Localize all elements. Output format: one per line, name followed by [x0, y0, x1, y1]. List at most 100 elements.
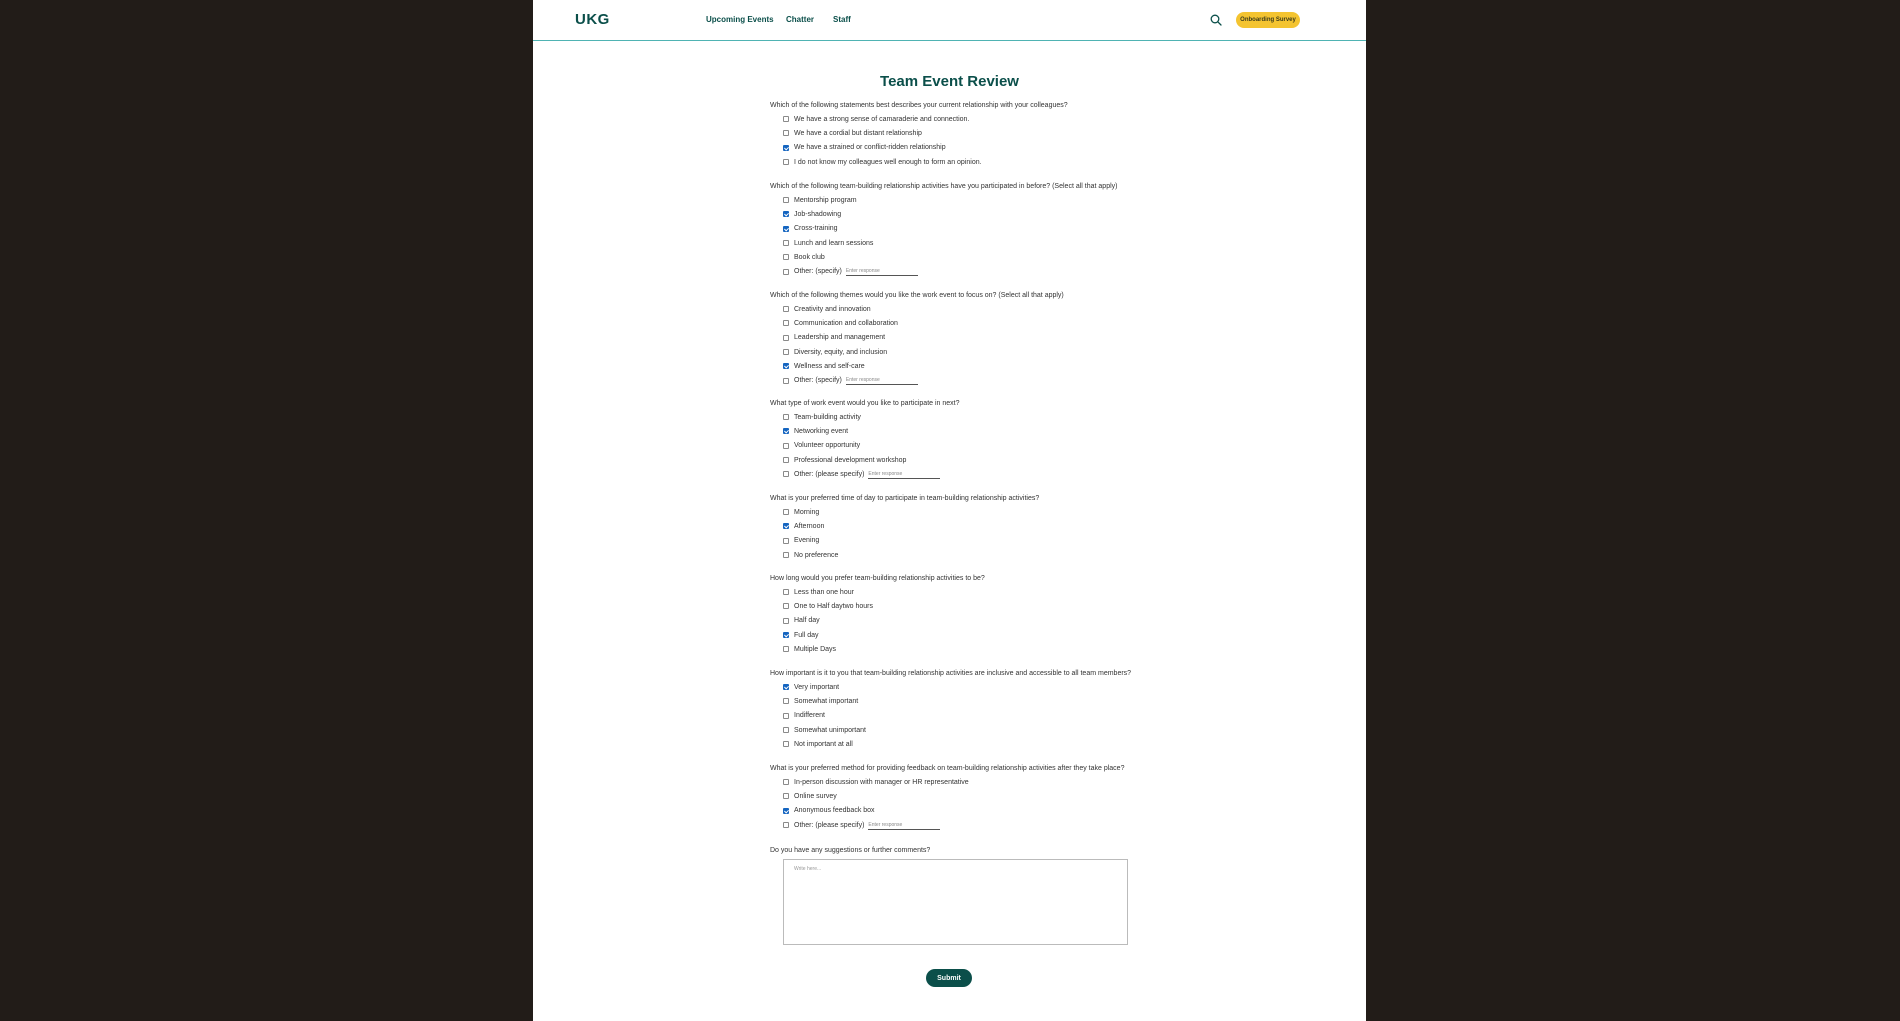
checkbox-checked[interactable] [783, 428, 789, 435]
option-label: We have a strained or conflict-ridden re… [794, 144, 946, 152]
option-row[interactable]: Somewhat unimportant [783, 725, 866, 735]
checkbox[interactable] [783, 442, 789, 449]
option-label: Very important [794, 683, 840, 691]
option-row[interactable]: Leadership and management [783, 333, 885, 343]
option-row[interactable]: Evening [783, 536, 819, 546]
checkbox[interactable] [783, 130, 789, 137]
option-row[interactable]: Half day [783, 616, 820, 626]
checkbox[interactable] [783, 197, 789, 203]
option-row[interactable]: Job-shadowing [783, 209, 841, 219]
checkbox[interactable] [783, 254, 789, 261]
option-row[interactable]: Other: (please specify) [783, 820, 941, 830]
option-label: Leadership and management [794, 334, 886, 342]
option-label: Professional development workshop [794, 456, 907, 464]
option-row[interactable]: Diversity, equity, and inclusion [783, 347, 887, 357]
option-row[interactable]: Anonymous feedback box [783, 806, 875, 816]
nav-link-upcoming-events[interactable]: Upcoming Events [706, 15, 774, 24]
checkbox-checked[interactable] [783, 523, 789, 530]
checkbox[interactable] [783, 349, 789, 356]
option-row[interactable]: No preference [783, 550, 838, 560]
option-row[interactable]: Communication and collaboration [783, 318, 898, 328]
checkbox-checked[interactable] [783, 684, 789, 690]
ukg-logo[interactable]: UKG [575, 11, 610, 28]
option-row[interactable]: Team-building activity [783, 412, 861, 422]
other-response-input[interactable] [845, 267, 918, 277]
checkbox[interactable] [783, 320, 789, 327]
option-row[interactable]: Indifferent [783, 711, 825, 721]
option-row[interactable]: Full day [783, 630, 819, 640]
checkbox[interactable] [783, 377, 789, 384]
comments-textarea[interactable] [783, 859, 1128, 945]
nav-link-staff[interactable]: Staff [833, 15, 851, 24]
option-row[interactable]: We have a cordial but distant relationsh… [783, 128, 922, 138]
checkbox[interactable] [783, 159, 789, 166]
option-row[interactable]: Morning [783, 507, 819, 517]
option-row[interactable]: Mentorship program [783, 195, 857, 205]
checkbox[interactable] [783, 552, 789, 559]
option-row[interactable]: Not important at all [783, 739, 853, 749]
option-row[interactable]: I do not know my colleagues well enough … [783, 157, 982, 167]
option-label: Cross-training [794, 225, 838, 233]
option-row[interactable]: Creativity and innovation [783, 304, 871, 314]
checkbox[interactable] [783, 457, 789, 464]
option-row[interactable]: Other: (specify) [783, 267, 918, 277]
option-row[interactable]: Afternoon [783, 521, 824, 531]
option-row[interactable]: Other: (please specify) [783, 469, 941, 479]
checkbox[interactable] [783, 698, 789, 705]
search-icon[interactable] [1210, 14, 1222, 26]
option-row[interactable]: Somewhat important [783, 696, 858, 706]
onboarding-survey-button[interactable]: Onboarding Survey [1236, 12, 1300, 28]
checkbox-checked[interactable] [783, 807, 789, 814]
checkbox-checked[interactable] [783, 225, 789, 232]
option-row[interactable]: Book club [783, 252, 825, 262]
checkbox[interactable] [783, 822, 789, 829]
checkbox-checked[interactable] [783, 632, 789, 639]
option-label: Online survey [794, 792, 837, 800]
checkbox[interactable] [783, 793, 789, 800]
option-row[interactable]: Very important [783, 682, 839, 692]
checkbox[interactable] [783, 306, 789, 312]
option-row[interactable]: Other: (specify) [783, 376, 918, 386]
option-row[interactable]: In-person discussion with manager or HR … [783, 777, 969, 787]
other-response-input[interactable] [868, 820, 941, 830]
option-row[interactable]: Multiple Days [783, 644, 836, 654]
checkbox[interactable] [783, 240, 789, 247]
checkbox[interactable] [783, 646, 789, 653]
option-row[interactable]: Volunteer opportunity [783, 441, 860, 451]
checkbox[interactable] [783, 509, 789, 515]
option-label: Evening [794, 537, 820, 545]
option-row[interactable]: Cross-training [783, 224, 838, 234]
checkbox[interactable] [783, 617, 789, 624]
option-row[interactable]: Less than one hour [783, 587, 854, 597]
checkbox-checked[interactable] [783, 211, 789, 218]
option-label: Other: (please specify) [794, 470, 865, 478]
submit-button[interactable]: Submit [926, 969, 972, 987]
checkbox[interactable] [783, 471, 789, 478]
checkbox[interactable] [783, 741, 789, 748]
option-row[interactable]: We have a strong sense of camaraderie an… [783, 114, 969, 124]
option-row[interactable]: One to Half daytwo hours [783, 601, 873, 611]
checkbox[interactable] [783, 268, 789, 275]
option-row[interactable]: Lunch and learn sessions [783, 238, 873, 248]
other-response-input[interactable] [845, 376, 918, 386]
nav-link-chatter[interactable]: Chatter [786, 15, 814, 24]
checkbox[interactable] [783, 712, 789, 719]
comments-question: Do you have any suggestions or further c… [770, 847, 931, 854]
option-row[interactable]: Online survey [783, 791, 837, 801]
checkbox[interactable] [783, 727, 789, 734]
checkbox-checked[interactable] [783, 144, 789, 151]
checkbox[interactable] [783, 603, 789, 610]
checkbox[interactable] [783, 334, 789, 341]
option-row[interactable]: Wellness and self-care [783, 361, 865, 371]
option-label: Book club [794, 253, 825, 261]
option-row[interactable]: We have a strained or conflict-ridden re… [783, 143, 946, 153]
other-response-input[interactable] [868, 469, 941, 479]
checkbox[interactable] [783, 537, 789, 544]
checkbox[interactable] [783, 116, 789, 122]
option-row[interactable]: Professional development workshop [783, 455, 906, 465]
checkbox[interactable] [783, 414, 789, 420]
checkbox[interactable] [783, 589, 789, 595]
option-row[interactable]: Networking event [783, 426, 848, 436]
checkbox[interactable] [783, 779, 789, 785]
checkbox-checked[interactable] [783, 363, 789, 370]
